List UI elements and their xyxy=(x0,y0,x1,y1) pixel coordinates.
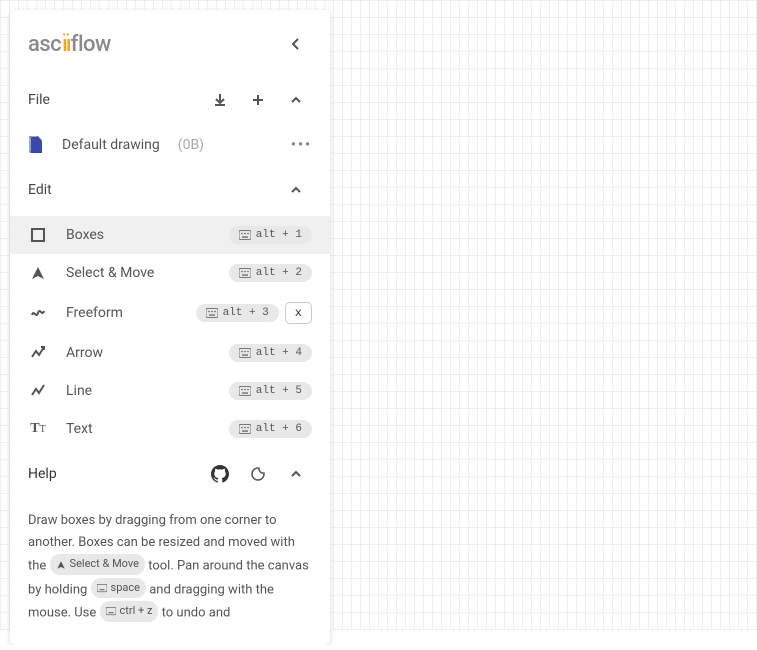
download-button[interactable] xyxy=(204,84,236,116)
tool-boxes[interactable]: Boxes alt + 1 xyxy=(10,216,330,254)
shortcut-badge: alt + 2 xyxy=(229,264,312,282)
arrow-icon xyxy=(28,345,48,361)
tool-label: Text xyxy=(66,421,93,437)
freeform-icon xyxy=(28,305,48,321)
help-text: Draw boxes by dragging from one corner t… xyxy=(10,500,330,635)
cursor-icon xyxy=(28,265,48,281)
undo-chip: ctrl + z xyxy=(100,601,159,622)
shortcut-badge: alt + 4 xyxy=(229,344,312,362)
shortcut-badge: alt + 6 xyxy=(229,420,312,438)
file-collapse-button[interactable] xyxy=(280,84,312,116)
boxes-icon xyxy=(28,227,48,243)
file-icon xyxy=(28,136,44,154)
keyboard-icon xyxy=(239,348,251,358)
github-link[interactable] xyxy=(204,458,236,490)
freeform-char-button[interactable]: x xyxy=(285,302,312,324)
tool-label: Freeform xyxy=(66,305,123,321)
tool-label: Arrow xyxy=(66,345,103,361)
keyboard-icon xyxy=(239,386,251,396)
shortcut-badge: alt + 5 xyxy=(229,382,312,400)
tool-select-move[interactable]: Select & Move alt + 2 xyxy=(10,254,330,292)
file-section-header: File xyxy=(10,74,330,126)
file-more-button[interactable]: ••• xyxy=(291,137,312,153)
help-section-header: Help xyxy=(10,448,330,500)
dark-mode-button[interactable] xyxy=(242,458,274,490)
file-section-label: File xyxy=(28,92,50,108)
line-icon xyxy=(28,383,48,399)
edit-section-label: Edit xyxy=(28,182,52,198)
tool-text[interactable]: TT Text alt + 6 xyxy=(10,410,330,448)
edit-collapse-button[interactable] xyxy=(280,174,312,206)
side-panel: asc ••ıı flow File Default drawing (0B) xyxy=(10,10,330,645)
keyboard-icon xyxy=(239,424,251,434)
app-logo: asc ••ıı flow xyxy=(28,32,111,57)
tool-label: Line xyxy=(66,383,92,399)
tool-arrow[interactable]: Arrow alt + 4 xyxy=(10,334,330,372)
file-name: Default drawing xyxy=(62,137,160,153)
text-icon: TT xyxy=(28,421,48,437)
collapse-panel-button[interactable] xyxy=(280,28,312,60)
keyboard-icon xyxy=(239,268,251,278)
shortcut-badge: alt + 1 xyxy=(229,226,312,244)
help-section-label: Help xyxy=(28,466,57,482)
shortcut-badge: alt + 3 xyxy=(196,304,279,322)
keyboard-icon xyxy=(206,308,218,318)
tool-freeform[interactable]: Freeform alt + 3 x xyxy=(10,292,330,334)
help-collapse-button[interactable] xyxy=(280,458,312,490)
keyboard-icon xyxy=(239,230,251,240)
space-chip: space xyxy=(91,578,146,599)
tool-line[interactable]: Line alt + 5 xyxy=(10,372,330,410)
add-button[interactable] xyxy=(242,84,274,116)
select-move-chip: Select & Move xyxy=(50,554,145,575)
file-item[interactable]: Default drawing (0B) ••• xyxy=(10,126,330,164)
edit-section-header: Edit xyxy=(10,164,330,216)
tool-label: Boxes xyxy=(66,227,104,243)
file-size: (0B) xyxy=(178,137,204,153)
tool-label: Select & Move xyxy=(66,265,154,281)
